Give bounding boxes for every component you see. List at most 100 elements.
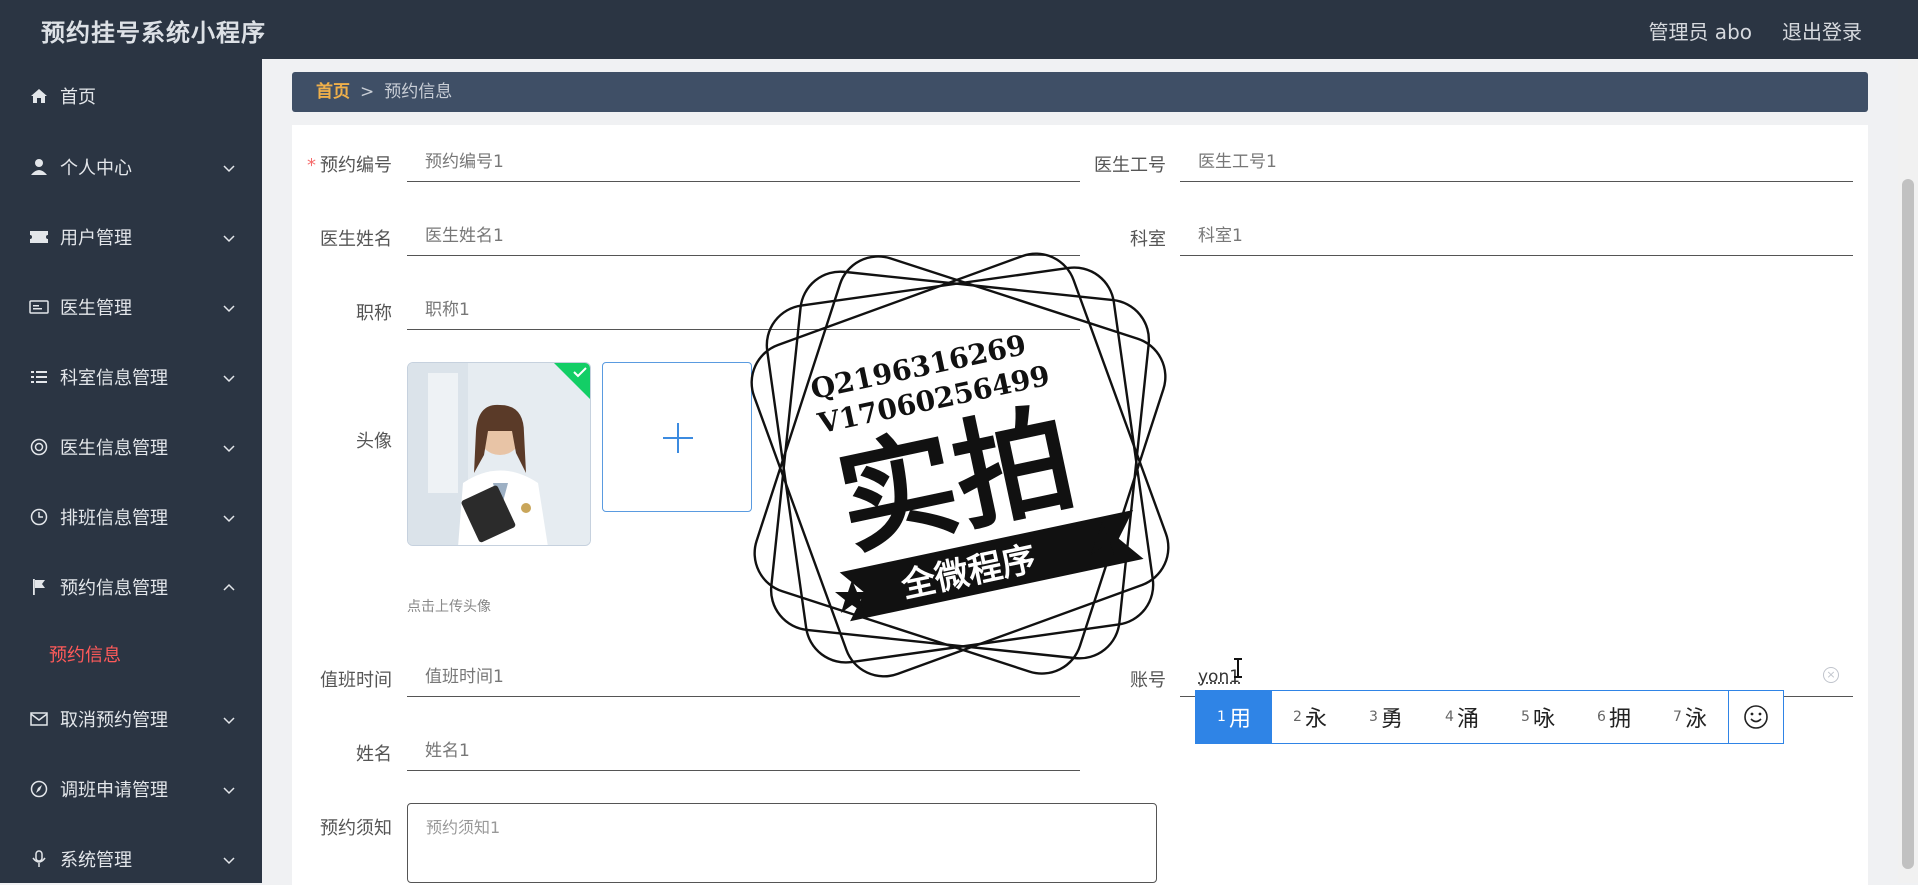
doctor-id-input[interactable]: 医生工号1 (1180, 142, 1853, 182)
sidebar-item-system-mgmt[interactable]: 系统管理 (0, 834, 262, 884)
sidebar-subitem-appointment-info[interactable]: 预约信息 (49, 641, 121, 667)
sidebar-item-label: 科室信息管理 (60, 364, 168, 390)
sidebar-item-home[interactable]: 首页 (0, 71, 262, 121)
chevron-down-icon (222, 370, 236, 384)
candidate-char: 泳 (1685, 701, 1707, 733)
avatar-upload-button[interactable] (602, 362, 752, 512)
app-title: 预约挂号系统小程序 (41, 13, 266, 48)
sidebar-item-label: 排班信息管理 (60, 504, 168, 530)
watermark-stamp: Q2196316269 V17060256499 实拍 全微程序 (740, 250, 1180, 680)
emoji-icon[interactable] (1728, 691, 1783, 743)
scrollbar-thumb[interactable] (1902, 179, 1914, 869)
sidebar-item-label: 取消预约管理 (60, 706, 168, 732)
sidebar-item-personal-center[interactable]: 个人中心 (0, 142, 262, 192)
avatar-image[interactable] (407, 362, 591, 546)
sidebar-item-label: 预约信息管理 (60, 574, 168, 600)
candidate-number: 4 (1445, 709, 1454, 725)
chevron-down-icon (222, 782, 236, 796)
sidebar: 首页 个人中心 用户管理 医生管理 科室信息管理 医生信息管理 排班信息管理 预… (0, 59, 262, 883)
user-icon (28, 156, 50, 178)
sidebar-item-shift-request-mgmt[interactable]: 调班申请管理 (0, 764, 262, 814)
sidebar-item-label: 首页 (60, 83, 96, 109)
dept-label: 科室 (1080, 225, 1166, 251)
sidebar-item-dept-info-mgmt[interactable]: 科室信息管理 (0, 352, 262, 402)
breadcrumb-home-link[interactable]: 首页 (316, 82, 350, 102)
sidebar-item-user-mgmt[interactable]: 用户管理 (0, 212, 262, 262)
compass-icon (28, 778, 50, 800)
mail-icon (28, 708, 50, 730)
chevron-down-icon (222, 300, 236, 314)
breadcrumb: 首页 > 预约信息 (292, 72, 1868, 112)
ime-candidate-3[interactable]: 3勇 (1348, 691, 1424, 743)
sidebar-item-label: 医生信息管理 (60, 434, 168, 460)
candidate-number: 3 (1369, 709, 1378, 725)
candidate-char: 咏 (1533, 701, 1555, 733)
id-card-icon (28, 296, 50, 318)
plus-icon-vertical (677, 423, 679, 453)
required-mark: * (307, 155, 316, 176)
dept-input[interactable]: 科室1 (1180, 216, 1853, 256)
candidate-number: 2 (1293, 709, 1302, 725)
appt-no-label: * 预约编号 (300, 151, 392, 177)
label-text: 预约编号 (320, 155, 392, 176)
duty-time-label: 值班时间 (300, 666, 392, 692)
page-scrollbar[interactable] (1898, 59, 1918, 883)
clock-icon (28, 506, 50, 528)
ime-candidate-4[interactable]: 4涌 (1424, 691, 1500, 743)
sidebar-item-doctor-info-mgmt[interactable]: 医生信息管理 (0, 422, 262, 472)
candidate-number: 6 (1597, 709, 1606, 725)
title-label: 职称 (300, 299, 392, 325)
mic-icon (28, 848, 50, 870)
ime-candidate-bar: 1用 2永 3勇 4涌 5咏 6拥 7泳 (1195, 690, 1784, 744)
candidate-char: 用 (1229, 701, 1251, 733)
logout-button[interactable]: 退出登录 (1782, 16, 1862, 45)
sidebar-item-cancel-appointment-mgmt[interactable]: 取消预约管理 (0, 694, 262, 744)
list-icon (28, 366, 50, 388)
candidate-number: 7 (1673, 709, 1682, 725)
chevron-up-icon (222, 580, 236, 594)
notice-label: 预约须知 (300, 814, 392, 840)
candidate-number: 5 (1521, 709, 1530, 725)
sidebar-item-label: 调班申请管理 (60, 776, 168, 802)
doctor-name-label: 医生姓名 (300, 225, 392, 251)
flag-icon (28, 576, 50, 598)
chevron-down-icon (222, 510, 236, 524)
top-bar: 预约挂号系统小程序 管理员 abo 退出登录 (0, 0, 1918, 59)
clear-input-icon[interactable]: × (1823, 667, 1839, 683)
appt-no-input[interactable]: 预约编号1 (407, 142, 1080, 182)
ime-candidate-7[interactable]: 7泳 (1652, 691, 1728, 743)
candidate-char: 永 (1305, 701, 1327, 733)
lifebuoy-icon (28, 436, 50, 458)
home-icon (28, 85, 50, 107)
sidebar-item-label: 个人中心 (60, 154, 132, 180)
name-input[interactable]: 姓名1 (407, 731, 1080, 771)
name-label: 姓名 (300, 740, 392, 766)
admin-user-label: 管理员 abo (1648, 16, 1752, 45)
candidate-char: 勇 (1381, 701, 1403, 733)
breadcrumb-current: 预约信息 (384, 82, 452, 102)
breadcrumb-separator: > (360, 82, 374, 102)
ime-candidate-1[interactable]: 1用 (1196, 691, 1272, 743)
candidate-char: 拥 (1609, 701, 1631, 733)
sidebar-item-appointment-mgmt[interactable]: 预约信息管理 (0, 562, 262, 612)
upload-tip: 点击上传头像 (407, 596, 491, 616)
sidebar-item-doctor-mgmt[interactable]: 医生管理 (0, 282, 262, 332)
sidebar-item-label: 医生管理 (60, 294, 132, 320)
avatar-label: 头像 (300, 427, 392, 453)
candidate-char: 涌 (1457, 701, 1479, 733)
doctor-id-label: 医生工号 (1080, 151, 1166, 177)
sidebar-item-label: 用户管理 (60, 224, 132, 250)
chevron-down-icon (222, 230, 236, 244)
chevron-down-icon (222, 440, 236, 454)
ime-candidate-6[interactable]: 6拥 (1576, 691, 1652, 743)
ticket-icon (28, 226, 50, 248)
check-icon (573, 366, 587, 378)
chevron-down-icon (222, 160, 236, 174)
notice-textarea[interactable]: 预约须知1 (407, 803, 1157, 883)
chevron-down-icon (222, 712, 236, 726)
candidate-number: 1 (1217, 709, 1226, 725)
sidebar-item-schedule-mgmt[interactable]: 排班信息管理 (0, 492, 262, 542)
ime-candidate-2[interactable]: 2永 (1272, 691, 1348, 743)
sidebar-item-label: 系统管理 (60, 846, 132, 872)
ime-candidate-5[interactable]: 5咏 (1500, 691, 1576, 743)
